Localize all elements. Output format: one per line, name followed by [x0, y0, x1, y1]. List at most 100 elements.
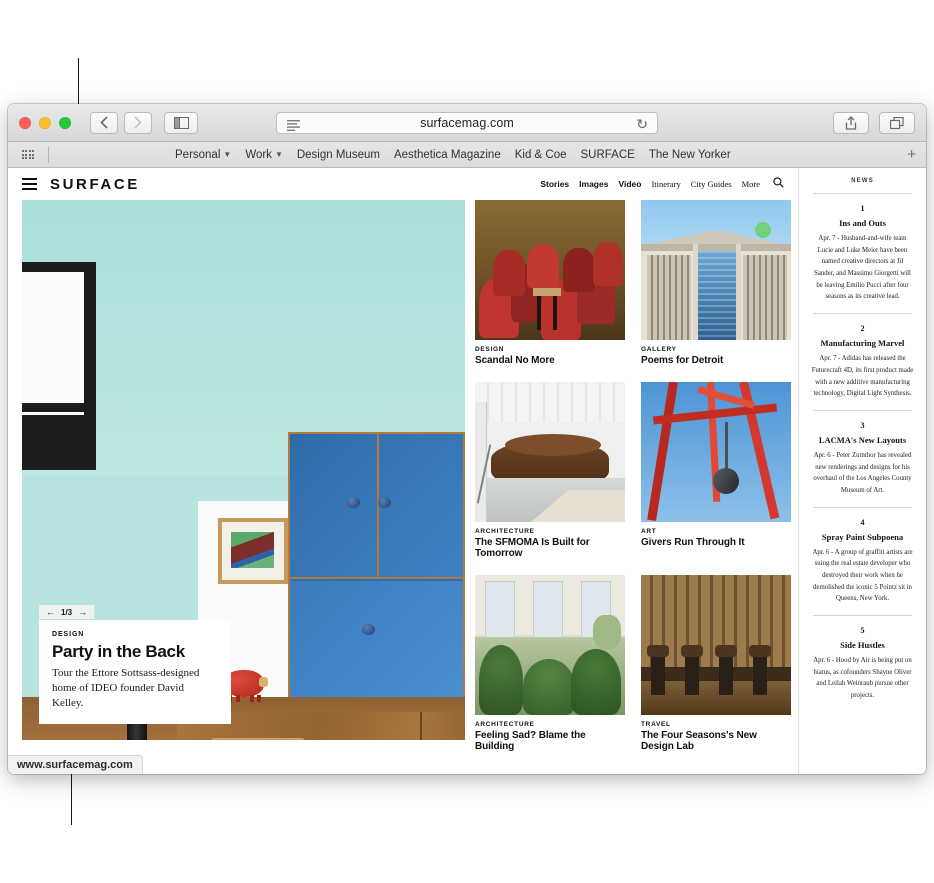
chevron-right-icon: [134, 116, 142, 129]
nav-item-more[interactable]: More: [742, 179, 760, 189]
minimize-button[interactable]: [39, 116, 51, 129]
navigation-buttons: [90, 111, 152, 134]
address-bar[interactable]: surfacemag.com ↻: [276, 112, 658, 134]
hero-drawer-seam: [420, 712, 422, 740]
news-item[interactable]: 5 Side Hustles Apr. 6 - Hood by Air is b…: [809, 626, 916, 702]
bookmark-surface[interactable]: SURFACE: [581, 149, 635, 161]
news-number: 2: [860, 324, 865, 334]
hero-cabinet-knob: [362, 624, 375, 635]
card-kicker: ART: [641, 528, 657, 535]
bookmarks-divider: [48, 146, 49, 163]
reload-icon[interactable]: ↻: [636, 116, 648, 133]
hero-image: ← 1/3 → DESIGN Party in the Back Tour th…: [22, 200, 465, 740]
news-title: Manufacturing Marvel: [820, 338, 905, 349]
arrow-right-icon[interactable]: →: [78, 607, 87, 617]
hero-figurine-leg: [257, 695, 261, 702]
nav-item-stories[interactable]: Stories: [540, 179, 569, 189]
chevron-left-icon: [100, 116, 108, 129]
news-number: 1: [860, 204, 865, 213]
add-bookmark-icon[interactable]: +: [907, 146, 916, 163]
card-kicker: ARCHITECTURE: [475, 721, 535, 728]
card-title: Scandal No More: [475, 355, 555, 366]
news-item[interactable]: 2 Manufacturing Marvel Apr. 7 - Adidas h…: [809, 324, 916, 400]
news-title: LACMA's New Layouts: [818, 434, 907, 445]
hero-drawer-handle: [212, 738, 304, 740]
site-logo[interactable]: SURFACE: [50, 176, 140, 193]
hero-caption: ← 1/3 → DESIGN Party in the Back Tour th…: [39, 602, 231, 724]
story-card-four-seasons[interactable]: TRAVEL The Four Seasons's New Design Lab: [641, 575, 791, 752]
bookmark-aesthetica-magazine[interactable]: Aesthetica Magazine: [394, 149, 501, 161]
hero-story[interactable]: ← 1/3 → DESIGN Party in the Back Tour th…: [22, 200, 465, 752]
news-heading: NEWS: [851, 178, 874, 184]
forward-button[interactable]: [124, 111, 152, 134]
nav-item-images[interactable]: Images: [579, 179, 608, 189]
story-cards: DESIGN Scandal No More GALLERY Poems for…: [475, 200, 791, 752]
bookmarks-bar: Personal ▼ Work ▼ Design Museum Aestheti…: [8, 142, 926, 168]
nav-item-city-guides[interactable]: City Guides: [691, 179, 732, 189]
bookmark-kid-and-coe[interactable]: Kid & Coe: [515, 149, 567, 161]
card-kicker: GALLERY: [641, 346, 677, 353]
nav-item-video[interactable]: Video: [618, 179, 641, 189]
callout-line-bottom: [71, 767, 72, 825]
show-all-tabs-icon: [890, 116, 904, 129]
hero-cabinet-knob: [378, 497, 391, 508]
show-top-sites-button[interactable]: [8, 149, 48, 160]
bookmark-personal[interactable]: Personal ▼: [175, 149, 231, 161]
news-title: Spray Paint Subpoena: [821, 531, 904, 542]
hero-pager[interactable]: ← 1/3 →: [39, 605, 95, 620]
sidebar-toggle-icon: [173, 116, 189, 129]
hero-figurine-snout: [259, 677, 268, 687]
bookmark-design-museum[interactable]: Design Museum: [297, 149, 380, 161]
close-button[interactable]: [19, 116, 31, 129]
top-sites-grid-icon: [21, 149, 35, 160]
browser-window: surfacemag.com ↻ Personal ▼ Work ▼ Desig…: [8, 104, 926, 774]
story-card-feeling-sad[interactable]: ARCHITECTURE Feeling Sad? Blame the Buil…: [475, 575, 625, 752]
toolbar-right-buttons: [833, 112, 915, 134]
story-card-scandal-no-more[interactable]: DESIGN Scandal No More: [475, 200, 625, 366]
card-title: Givers Run Through It: [641, 537, 745, 548]
news-body: Apr. 6 - Peter Zumthor has revealed new …: [813, 451, 912, 494]
search-icon[interactable]: [773, 175, 784, 193]
card-row: ARCHITECTURE The SFMOMA Is Built for Tom…: [475, 382, 791, 559]
news-item[interactable]: 4 Spray Paint Subpoena Apr. 6 - A group …: [809, 518, 916, 605]
show-tabs-button[interactable]: [879, 112, 915, 134]
card-title: The SFMOMA Is Built for Tomorrow: [475, 537, 590, 559]
card-image: [475, 382, 625, 522]
hero-figurine-leg: [250, 695, 254, 702]
bookmark-the-new-yorker[interactable]: The New Yorker: [649, 149, 731, 161]
site-header: SURFACE Stories Images Video Itinerary C…: [8, 168, 798, 200]
hamburger-menu-icon[interactable]: [22, 178, 37, 190]
zoom-button[interactable]: [59, 116, 71, 129]
news-number: 4: [860, 517, 865, 527]
card-title: Poems for Detroit: [641, 355, 724, 366]
arrow-left-icon[interactable]: ←: [46, 607, 55, 617]
news-number: 5: [860, 626, 865, 636]
hero-text-card[interactable]: DESIGN Party in the Back Tour the Ettore…: [39, 620, 231, 724]
back-button[interactable]: [90, 111, 118, 134]
bookmark-work[interactable]: Work ▼: [245, 149, 283, 161]
news-title: Side Hustles: [840, 640, 885, 651]
story-card-sfmoma[interactable]: ARCHITECTURE The SFMOMA Is Built for Tom…: [475, 382, 625, 559]
card-image: [475, 200, 625, 340]
sidebar-toggle-button[interactable]: [164, 111, 198, 134]
chevron-down-icon: ▼: [223, 150, 232, 159]
story-card-givers-run-through-it[interactable]: ART Givers Run Through It: [641, 382, 791, 559]
news-number: 3: [860, 420, 865, 430]
hero-cabinet-divider: [376, 434, 379, 579]
share-button[interactable]: [833, 112, 869, 134]
nav-item-itinerary[interactable]: Itinerary: [651, 179, 680, 189]
card-kicker: TRAVEL: [641, 721, 671, 728]
news-item[interactable]: 1 Ins and Outs Apr. 7 - Husband-and-wife…: [809, 204, 916, 303]
reader-view-icon[interactable]: [287, 118, 300, 136]
card-row: ARCHITECTURE Feeling Sad? Blame the Buil…: [475, 575, 791, 752]
card-image: [641, 575, 791, 715]
bookmark-label: Work: [245, 148, 272, 161]
news-item[interactable]: 3 LACMA's New Layouts Apr. 6 - Peter Zum…: [809, 421, 916, 497]
news-title: Ins and Outs: [839, 218, 886, 228]
hero-pager-position: 1/3: [61, 607, 73, 617]
bookmark-list: Personal ▼ Work ▼ Design Museum Aestheti…: [175, 149, 731, 161]
news-divider: [813, 506, 912, 508]
news-divider: [813, 409, 912, 411]
story-card-poems-for-detroit[interactable]: GALLERY Poems for Detroit: [641, 200, 791, 366]
card-image: [641, 200, 791, 340]
